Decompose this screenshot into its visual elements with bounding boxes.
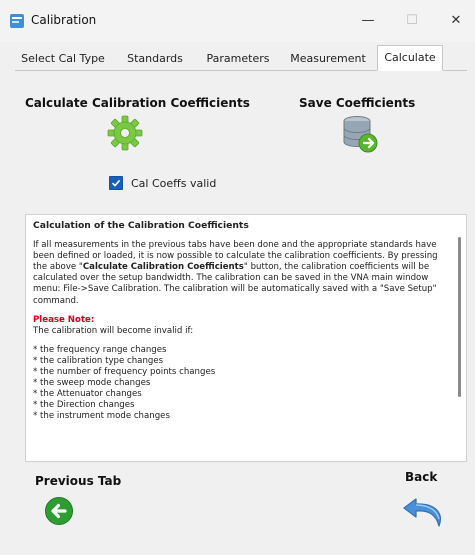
cal-valid-row: Cal Coeffs valid: [109, 176, 216, 190]
window-title: Calibration: [31, 13, 97, 27]
list-item: * the frequency range changes: [33, 344, 167, 355]
maximize-button[interactable]: ☐: [393, 6, 431, 34]
list-item: * the instrument mode changes: [33, 411, 170, 422]
vertical-scrollbar[interactable]: [454, 215, 466, 461]
minimize-button[interactable]: —: [349, 6, 387, 34]
list-item: * the calibration type changes: [33, 355, 164, 366]
database-save-icon[interactable]: [341, 114, 379, 154]
info-paragraph: If all measurements in the previous tabs…: [33, 240, 443, 307]
back-arrow-icon[interactable]: [402, 495, 446, 529]
list-item: * the number of frequency points changes: [33, 367, 216, 378]
cal-valid-checkbox[interactable]: [109, 176, 123, 190]
tab-bar: Select Cal Type Standards Parameters Mea…: [15, 45, 467, 71]
list-item: * the Direction changes: [33, 400, 135, 411]
calculate-title: Calculate Calibration Coefficients: [25, 96, 250, 110]
tab-standards[interactable]: Standards: [116, 48, 194, 69]
info-paragraph-bold: Calculate Calibration Coefficients: [82, 262, 244, 273]
close-icon: ✕: [450, 12, 462, 28]
close-button[interactable]: ✕: [437, 6, 475, 34]
info-text: Calculation of the Calibration Coefficie…: [33, 220, 443, 423]
list-item: * the Attenuator changes: [33, 389, 142, 400]
app-icon: [10, 14, 24, 28]
back-label: Back: [405, 470, 438, 484]
previous-tab-label: Previous Tab: [35, 474, 122, 488]
info-title: Calculation of the Calibration Coefficie…: [33, 220, 249, 231]
list-item: * the sweep mode changes: [33, 378, 151, 389]
invalid-conditions-list: * the frequency range changes * the cali…: [33, 345, 443, 423]
minimize-icon: —: [361, 12, 375, 28]
scroll-thumb[interactable]: [458, 237, 461, 397]
calculate-panel: Calculate Calibration Coefficients Save …: [15, 71, 467, 547]
note-intro: The calibration will become invalid if:: [33, 325, 194, 336]
gear-icon[interactable]: [107, 115, 143, 151]
save-title: Save Coefficients: [299, 96, 416, 110]
cal-valid-label: Cal Coeffs valid: [131, 176, 217, 190]
note-title: Please Note:: [33, 314, 95, 325]
title-bar: Calibration — ☐ ✕: [0, 0, 475, 42]
check-icon: [111, 179, 121, 187]
previous-arrow-icon[interactable]: [44, 496, 74, 526]
tab-measurement[interactable]: Measurement: [283, 48, 373, 69]
info-textbox[interactable]: Calculation of the Calibration Coefficie…: [25, 214, 467, 462]
tab-calculate[interactable]: Calculate: [377, 45, 443, 71]
maximize-icon: ☐: [406, 12, 418, 28]
tab-parameters[interactable]: Parameters: [197, 48, 279, 69]
tab-select-cal-type[interactable]: Select Cal Type: [15, 48, 111, 69]
